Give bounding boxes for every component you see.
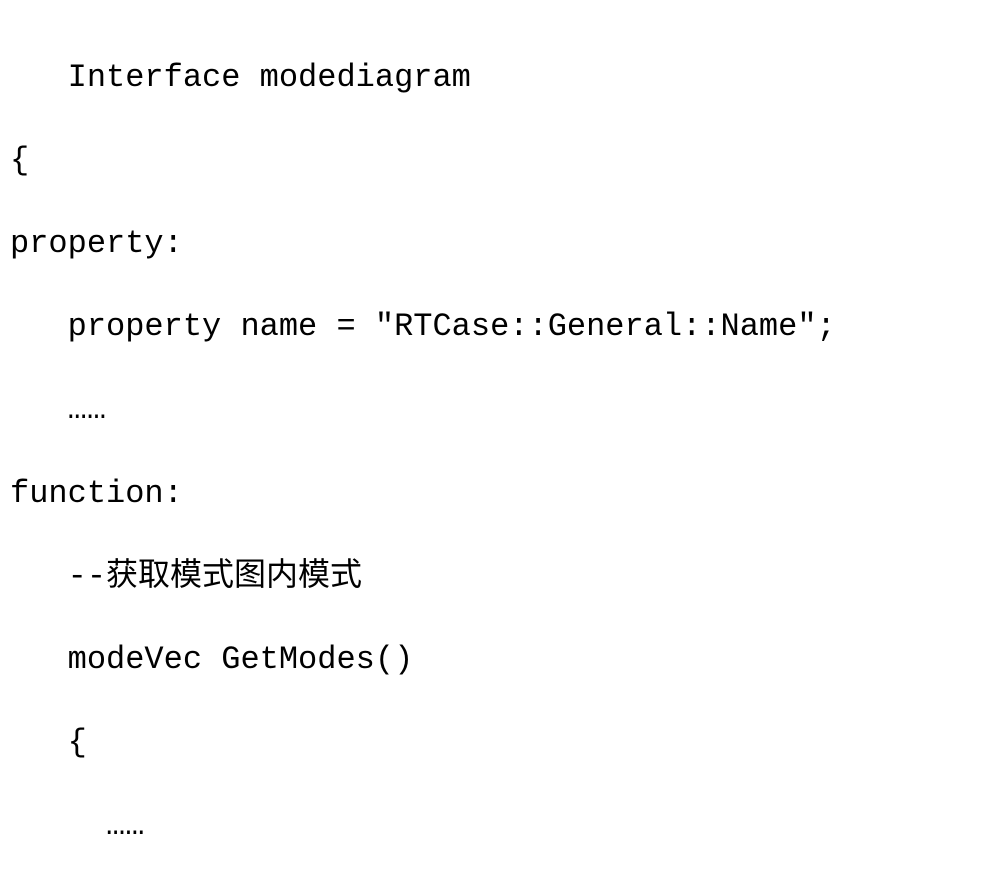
code-line-4: property name = "RTCase::General::Name";: [10, 306, 1000, 348]
code-line-1: Interface modediagram: [10, 57, 1000, 99]
code-line-5: ……: [10, 389, 1000, 431]
code-line-2: {: [10, 140, 1000, 182]
code-line-6: function:: [10, 473, 1000, 515]
code-line-3: property:: [10, 223, 1000, 265]
code-line-10: ……: [10, 805, 1000, 847]
code-line-9: {: [10, 722, 1000, 764]
code-line-8: modeVec GetModes(): [10, 639, 1000, 681]
code-block: Interface modediagram { property: proper…: [0, 0, 1000, 888]
code-line-7: --获取模式图内模式: [10, 556, 1000, 598]
